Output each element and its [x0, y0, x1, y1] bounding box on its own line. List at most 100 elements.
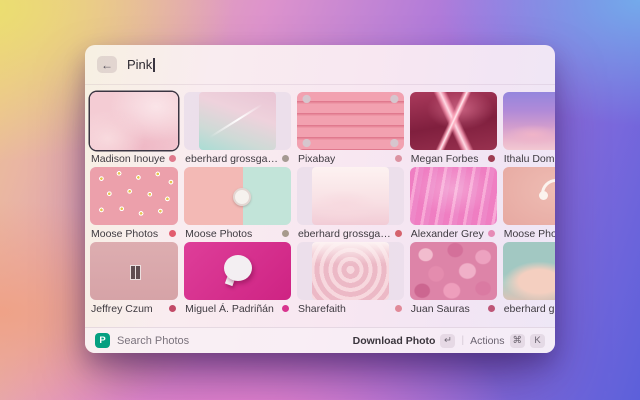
photo-result[interactable]: Miguel Á. Padriñán	[184, 242, 291, 317]
search-input[interactable]: Pink	[127, 57, 155, 72]
photo-result[interactable]: Megan Forbes	[410, 92, 497, 167]
photo-image	[184, 242, 291, 300]
photographer-avatar	[395, 230, 402, 237]
photo-thumbnail[interactable]	[297, 167, 404, 225]
photo-image	[312, 167, 389, 225]
photographer-avatar	[488, 305, 495, 312]
photo-result[interactable]: Moose Photos	[90, 167, 178, 242]
photo-meta: Alexander Grey	[410, 225, 497, 242]
photographer-avatar	[488, 230, 495, 237]
search-header: ← Pink	[85, 45, 555, 85]
photographer-avatar	[169, 155, 176, 162]
photo-image	[90, 167, 178, 225]
photo-meta: Moose Photos	[503, 225, 555, 242]
photographer-name: Juan Sauras	[411, 303, 470, 315]
back-button[interactable]: ←	[97, 56, 117, 73]
photo-result[interactable]: Moose Photos	[184, 167, 291, 242]
photographer-avatar	[282, 155, 289, 162]
photo-image	[90, 92, 178, 150]
search-query-text: Pink	[127, 57, 152, 72]
photo-thumbnail[interactable]	[410, 167, 497, 225]
photographer-name: Moose Photos	[91, 228, 158, 240]
arrow-left-icon: ←	[101, 59, 113, 71]
photo-meta: Pixabay	[297, 150, 404, 167]
photo-results-grid: Madison Inouye eberhard grossga… Pixabay…	[85, 85, 555, 327]
actions-button[interactable]: Actions ⌘ K	[470, 334, 545, 348]
photo-image	[90, 242, 178, 300]
photo-result[interactable]: Juan Sauras	[410, 242, 497, 317]
photo-thumbnail[interactable]	[410, 242, 497, 300]
photo-meta: Megan Forbes	[410, 150, 497, 167]
photo-meta: Juan Sauras	[410, 300, 497, 317]
photo-thumbnail[interactable]	[503, 167, 555, 225]
photographer-avatar	[282, 230, 289, 237]
photo-image	[312, 242, 389, 300]
photographer-name: eberhard grossga…	[185, 153, 278, 165]
photo-thumbnail[interactable]	[184, 92, 291, 150]
desktop-background: { "search": { "query": "Pink", "back_ico…	[0, 0, 640, 400]
photo-thumbnail[interactable]	[90, 242, 178, 300]
actions-label: Actions	[470, 335, 504, 347]
photo-thumbnail[interactable]	[184, 242, 291, 300]
photographer-avatar	[169, 230, 176, 237]
photo-meta: Moose Photos	[90, 225, 178, 242]
photo-meta: Ithalu Dominguez	[503, 150, 555, 167]
command-title: Search Photos	[117, 335, 189, 347]
photo-image	[199, 92, 276, 150]
pexels-icon: P	[95, 333, 110, 348]
footer-actions: Download Photo ↵ | Actions ⌘ K	[353, 334, 545, 348]
photo-result[interactable]: Ithalu Dominguez	[503, 92, 555, 167]
photographer-name: Madison Inouye	[91, 153, 165, 165]
photo-meta: Sharefaith	[297, 300, 404, 317]
footer-bar: P Search Photos Download Photo ↵ | Actio…	[85, 327, 555, 353]
photographer-name: Pixabay	[298, 153, 335, 165]
footer-divider: |	[461, 335, 464, 346]
photo-thumbnail[interactable]	[184, 167, 291, 225]
photo-image	[410, 242, 497, 300]
photo-result[interactable]: Moose Photos	[503, 167, 555, 242]
photographer-name: Jeffrey Czum	[91, 303, 153, 315]
photo-image	[503, 167, 555, 225]
photographer-name: Alexander Grey	[411, 228, 484, 240]
launcher-window: ← Pink Madison Inouye eberhard grossga…	[85, 45, 555, 353]
photo-thumbnail-selected[interactable]	[90, 92, 178, 150]
photo-image	[410, 92, 497, 150]
photo-result[interactable]: eberhard grossga…	[184, 92, 291, 167]
photographer-name: eberhard grossga…	[298, 228, 391, 240]
photo-image	[503, 242, 555, 300]
photo-thumbnail[interactable]	[90, 167, 178, 225]
photographer-name: Moose Photos	[185, 228, 252, 240]
photographer-avatar	[169, 305, 176, 312]
photo-result[interactable]: Madison Inouye	[90, 92, 178, 167]
photo-meta: Miguel Á. Padriñán	[184, 300, 291, 317]
photo-result[interactable]: eberhard grossga…	[503, 242, 555, 317]
photographer-name: Miguel Á. Padriñán	[185, 303, 274, 315]
photographer-avatar	[488, 155, 495, 162]
photo-thumbnail[interactable]	[503, 242, 555, 300]
photo-thumbnail[interactable]	[297, 242, 404, 300]
photo-result[interactable]: Jeffrey Czum	[90, 242, 178, 317]
photo-result[interactable]: Sharefaith	[297, 242, 404, 317]
photographer-avatar	[282, 305, 289, 312]
photographer-avatar	[395, 155, 402, 162]
photo-image	[503, 92, 555, 150]
photo-meta: eberhard grossga…	[503, 300, 555, 317]
download-photo-button[interactable]: Download Photo ↵	[353, 334, 456, 348]
photo-meta: eberhard grossga…	[297, 225, 404, 242]
photo-result[interactable]: Alexander Grey	[410, 167, 497, 242]
photographer-name: Ithalu Dominguez	[504, 153, 555, 165]
command-key-icon: ⌘	[510, 334, 526, 348]
photo-thumbnail[interactable]	[503, 92, 555, 150]
photo-result[interactable]: eberhard grossga…	[297, 167, 404, 242]
photographer-name: Moose Photos	[504, 228, 555, 240]
photo-thumbnail[interactable]	[410, 92, 497, 150]
photo-image	[297, 92, 404, 150]
pexels-letter: P	[99, 335, 105, 346]
text-cursor	[153, 58, 155, 72]
photo-meta: Madison Inouye	[90, 150, 178, 167]
photo-meta: eberhard grossga…	[184, 150, 291, 167]
photo-thumbnail[interactable]	[297, 92, 404, 150]
photo-meta: Jeffrey Czum	[90, 300, 178, 317]
photo-result[interactable]: Pixabay	[297, 92, 404, 167]
photographer-name: Megan Forbes	[411, 153, 479, 165]
